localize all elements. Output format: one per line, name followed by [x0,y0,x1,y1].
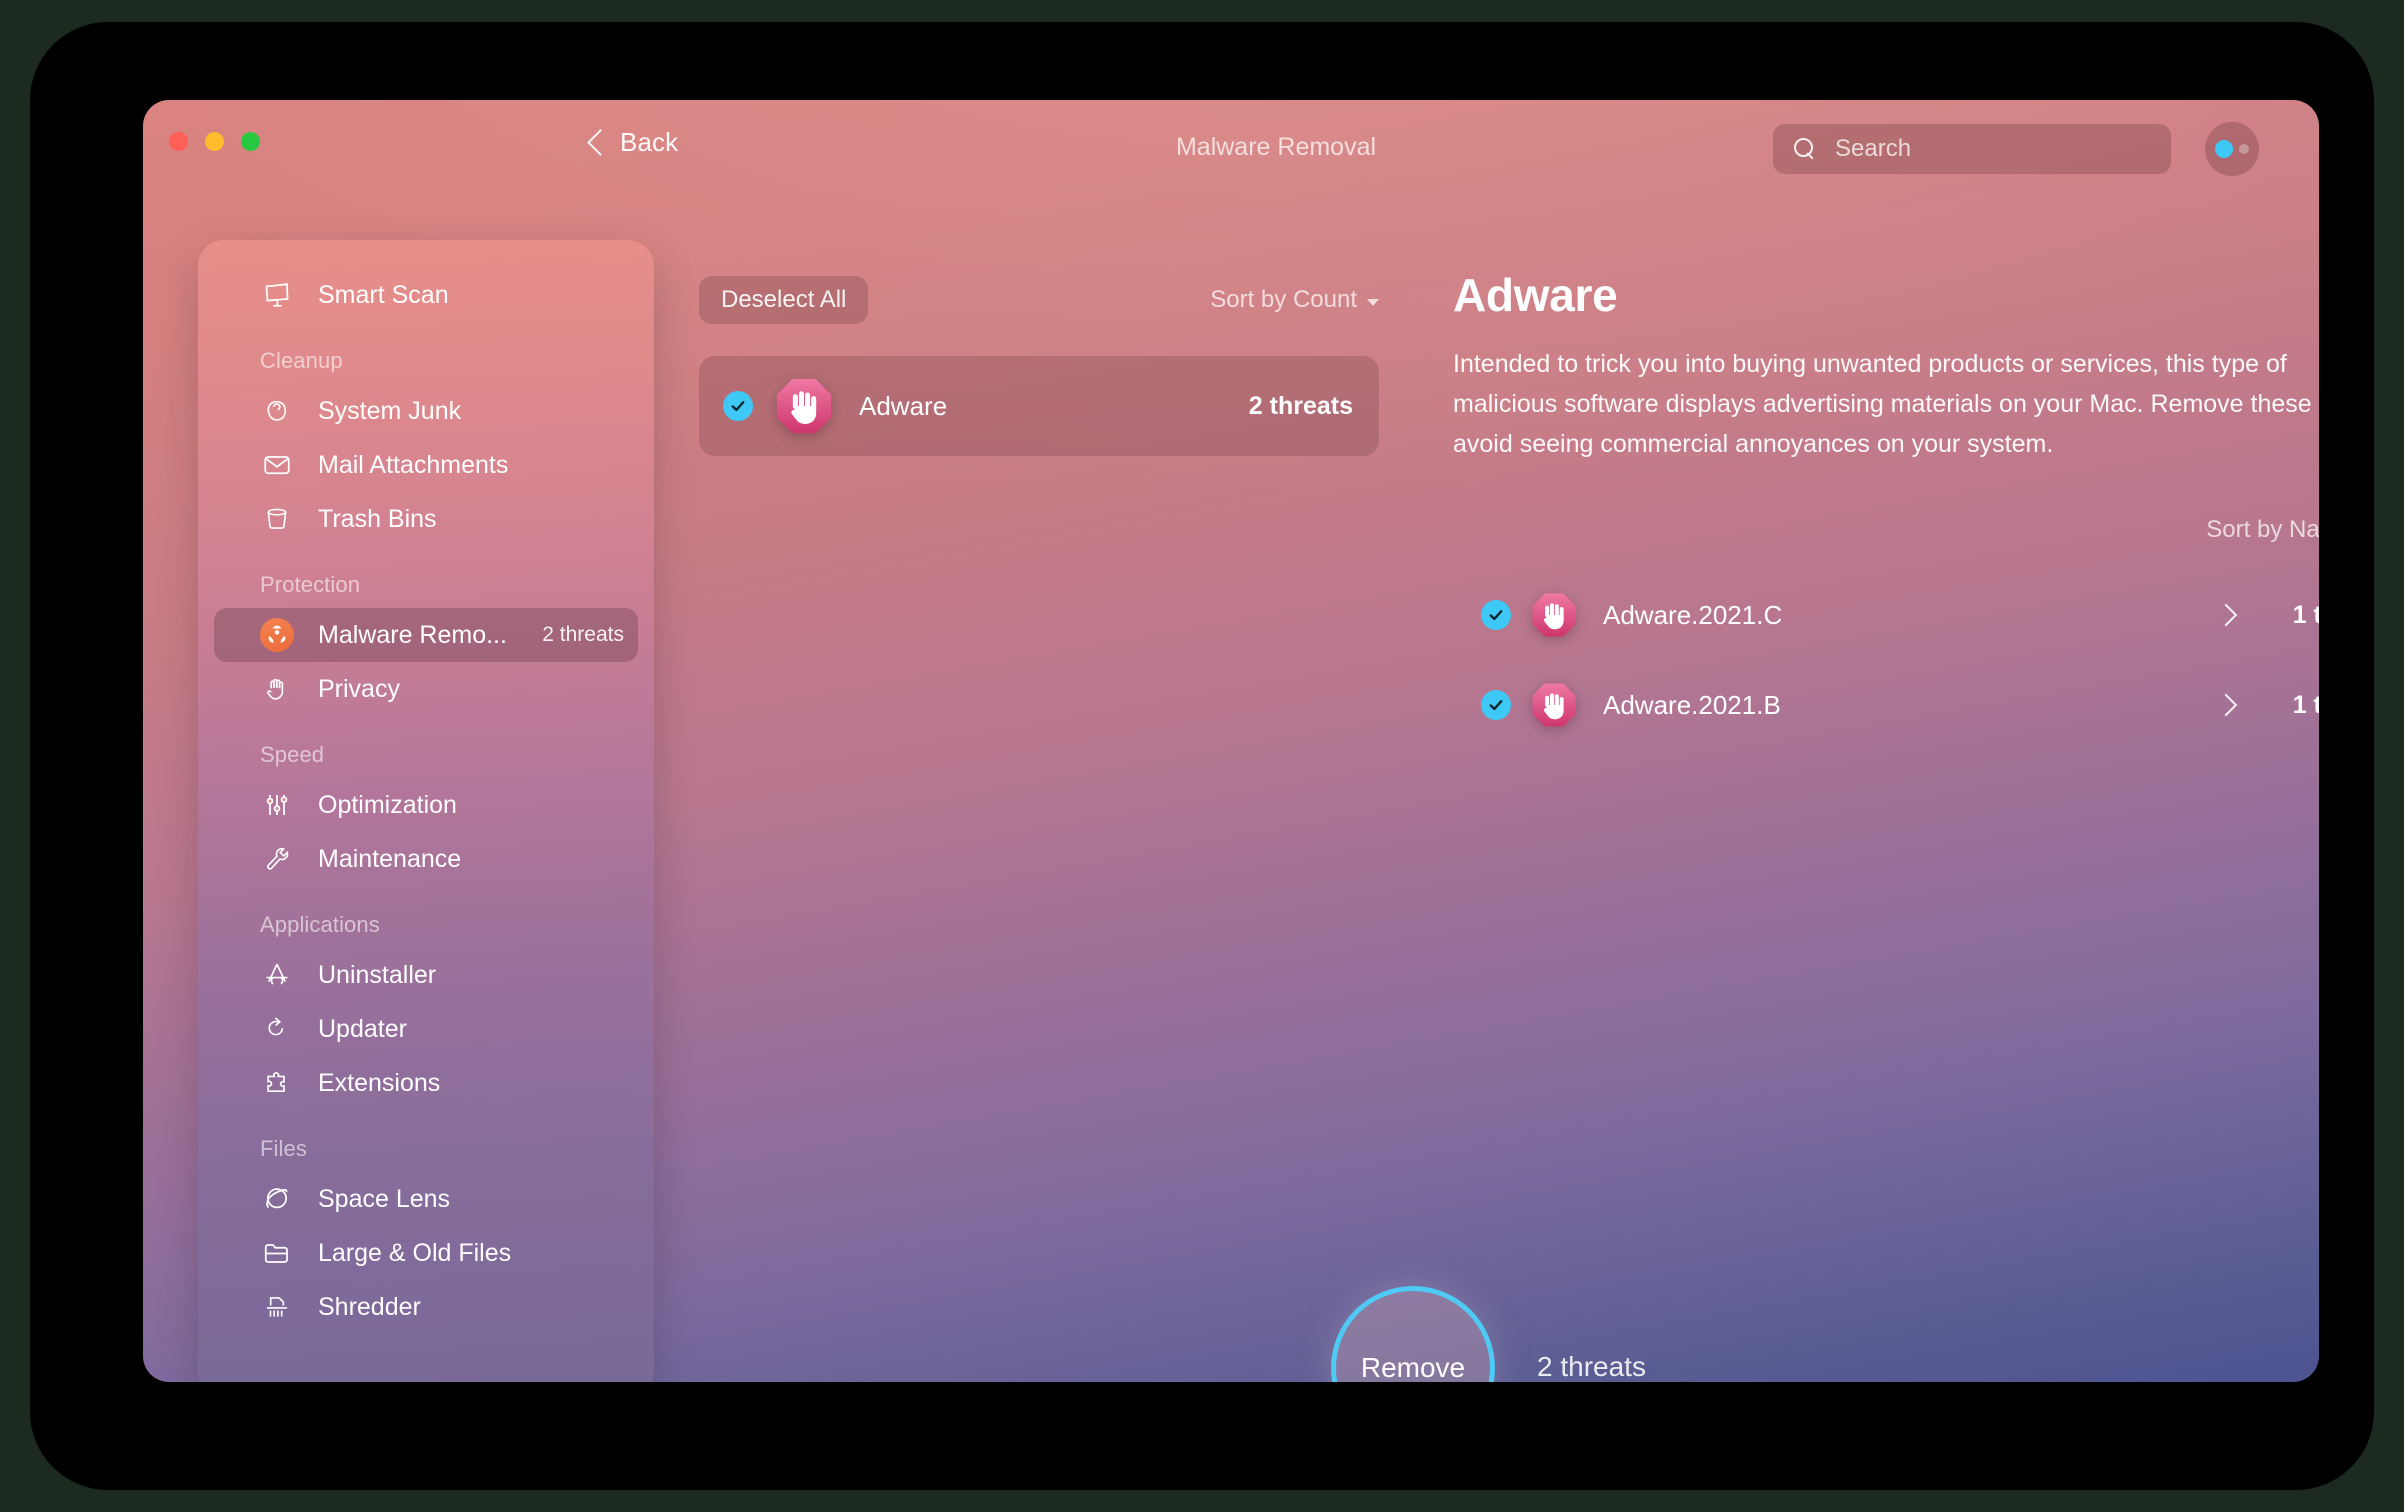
category-toolbar: Deselect All Sort by Count [699,276,1379,324]
sidebar-item-label: System Junk [318,396,462,425]
sidebar-section-applications: Applications [260,912,380,937]
sidebar-section-files: Files [260,1136,307,1161]
sidebar-item-label: Mail Attachments [318,450,509,479]
sidebar-item-label: Maintenance [318,844,462,873]
sidebar-section-protection: Protection [260,572,361,597]
sidebar-section-speed: Speed [260,742,325,767]
sidebar-item-label: Optimization [318,790,457,819]
adware-stop-hand-icon [1531,592,1577,638]
detail-sort-row: Sort by Name [1453,516,2319,544]
sidebar-item-optimization[interactable]: Optimization [214,778,638,832]
table-row[interactable]: Adware.2021.C 1 threat [1453,570,2319,660]
sidebar-section-cleanup: Cleanup [260,348,343,373]
detail-title: Adware [1453,269,1618,321]
update-arrow-icon [260,1012,294,1046]
category-threat-count: 2 threats [1248,391,1353,420]
remove-action-area: Remove 2 threats [1331,1286,1646,1382]
app-window: Back Malware Removal Search Smart Scan C… [143,100,2319,1382]
mail-attachments-icon [260,448,294,482]
sidebar-item-mail-attachments[interactable]: Mail Attachments [214,438,638,492]
shredder-icon [260,1290,294,1324]
adware-stop-hand-icon [775,377,833,435]
sort-by-count-dropdown[interactable]: Sort by Count [1210,286,1379,314]
category-list: Adware 2 threats [699,356,1379,456]
detail-pane: Adware Intended to trick you into buying… [1453,268,2319,750]
trash-bins-icon [260,502,294,536]
status-dot-secondary-icon [2239,144,2249,154]
hand-icon [260,672,294,706]
sidebar-item-smart-scan[interactable]: Smart Scan [214,268,638,322]
sidebar-item-label: Updater [318,1014,407,1043]
sidebar-item-shredder[interactable]: Shredder [214,1280,638,1334]
threat-checkbox[interactable] [1481,600,1511,630]
deselect-all-button[interactable]: Deselect All [699,276,869,324]
biohazard-icon [260,618,294,652]
folder-icon [260,1236,294,1270]
sidebar-item-label: Smart Scan [318,280,449,309]
space-lens-icon [260,1182,294,1216]
sidebar-item-maintenance[interactable]: Maintenance [214,832,638,886]
category-column: Deselect All Sort by Count Adware 2 thre… [699,276,1379,456]
sort-by-name-label: Sort by Name [2206,516,2319,543]
sidebar-item-label: Space Lens [318,1184,451,1213]
titlebar: Back Malware Removal Search [143,100,2319,196]
chevron-right-icon[interactable] [2217,602,2233,628]
adware-stop-hand-icon [1531,682,1577,728]
sidebar: Smart Scan Cleanup System Junk Mail Atta… [198,240,654,1382]
sidebar-item-extensions[interactable]: Extensions [214,1056,638,1110]
sidebar-item-label: Malware Remo... [318,620,507,649]
chevron-down-icon [1367,298,1379,306]
sidebar-item-label: Uninstaller [318,960,437,989]
sidebar-item-label: Extensions [318,1068,441,1097]
wrench-icon [260,842,294,876]
threat-count: 1 threat [2292,690,2319,719]
threat-name: Adware.2021.C [1603,599,1783,630]
sidebar-item-label: Large & Old Files [318,1238,512,1267]
smart-scan-icon [260,278,294,312]
sidebar-item-trash-bins[interactable]: Trash Bins [214,492,638,546]
remove-threat-count: 2 threats [1537,1351,1646,1382]
sidebar-item-large-old-files[interactable]: Large & Old Files [214,1226,638,1280]
sidebar-item-system-junk[interactable]: System Junk [214,384,638,438]
sidebar-item-uninstaller[interactable]: Uninstaller [214,948,638,1002]
sort-by-count-label: Sort by Count [1210,286,1357,313]
sidebar-item-privacy[interactable]: Privacy [214,662,638,716]
sidebar-item-label: Shredder [318,1292,421,1321]
threat-checkbox[interactable] [1481,690,1511,720]
chevron-right-icon[interactable] [2217,692,2233,718]
category-checkbox[interactable] [723,391,753,421]
sidebar-item-updater[interactable]: Updater [214,1002,638,1056]
sort-by-name-dropdown[interactable]: Sort by Name [2206,516,2319,544]
sidebar-item-label: Privacy [318,674,400,703]
table-row[interactable]: Adware.2021.B 1 threat [1453,660,2319,750]
search-input[interactable]: Search [1773,124,2171,174]
threat-list: Adware.2021.C 1 threat [1453,570,2319,750]
desktop-screen-frame: Back Malware Removal Search Smart Scan C… [30,22,2374,1490]
puzzle-piece-icon [260,1066,294,1100]
sidebar-item-label: Trash Bins [318,504,437,533]
threat-count: 1 threat [2292,600,2319,629]
category-name: Adware [859,390,948,421]
system-junk-icon [260,394,294,428]
sidebar-item-malware-removal[interactable]: Malware Remo... 2 threats [214,608,638,662]
table-row[interactable]: Adware 2 threats [699,356,1379,456]
threat-name: Adware.2021.B [1603,689,1781,720]
account-status-button[interactable] [2205,122,2259,176]
sidebar-item-space-lens[interactable]: Space Lens [214,1172,638,1226]
status-dot-icon [2215,140,2233,158]
search-placeholder-text: Search [1835,135,1912,162]
detail-description: Intended to trick you into buying unwant… [1453,350,2319,458]
appstore-icon [260,958,294,992]
sliders-icon [260,788,294,822]
search-icon [1794,138,1816,160]
remove-button[interactable]: Remove [1331,1286,1495,1382]
sidebar-item-badge: 2 threats [542,623,624,646]
